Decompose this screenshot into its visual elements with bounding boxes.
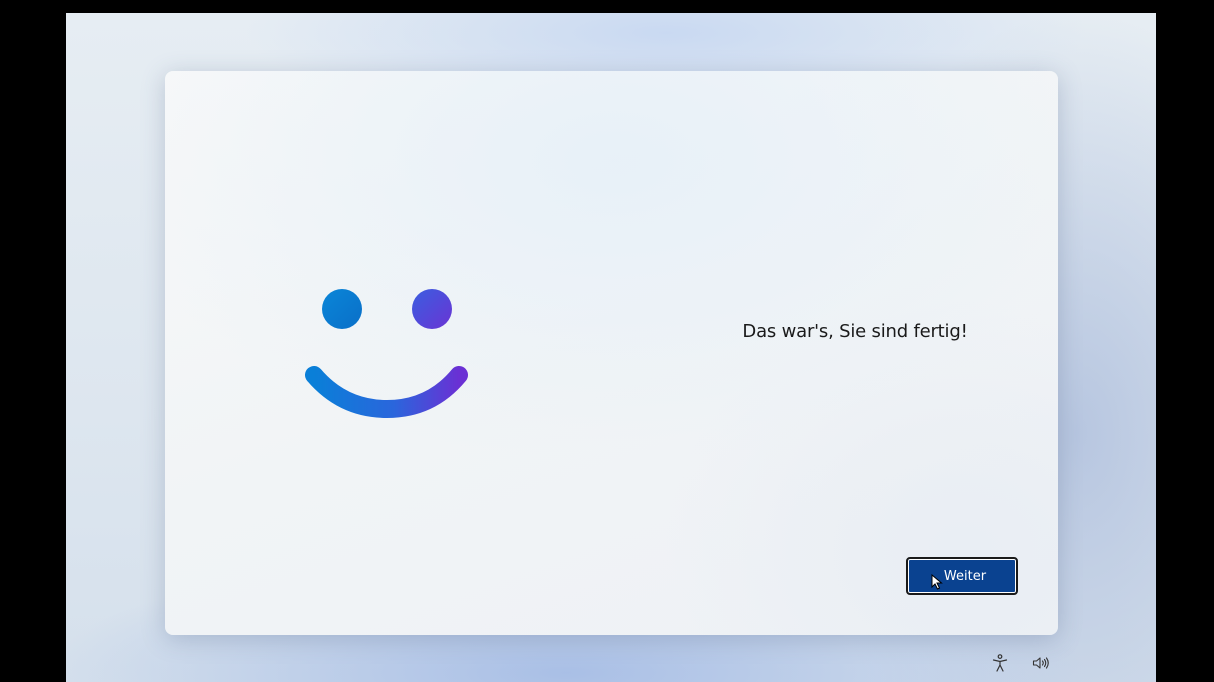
setup-background: Das war's, Sie sind fertig! Weiter (66, 13, 1156, 682)
left-eye (322, 289, 362, 329)
next-button-label: Weiter (943, 568, 987, 584)
smiley-illustration (305, 289, 468, 419)
volume-icon[interactable] (1030, 653, 1052, 673)
letterbox-left (0, 0, 66, 682)
setup-dialog: Das war's, Sie sind fertig! Weiter (165, 71, 1058, 635)
mouse-cursor-icon (931, 574, 943, 590)
right-eye (412, 289, 452, 329)
completion-message: Das war's, Sie sind fertig! (742, 321, 968, 342)
letterbox-top (66, 0, 1156, 13)
letterbox-right (1156, 0, 1214, 682)
accessibility-icon[interactable] (990, 653, 1010, 673)
smile (305, 366, 468, 419)
next-button[interactable]: Weiter (906, 557, 1018, 595)
